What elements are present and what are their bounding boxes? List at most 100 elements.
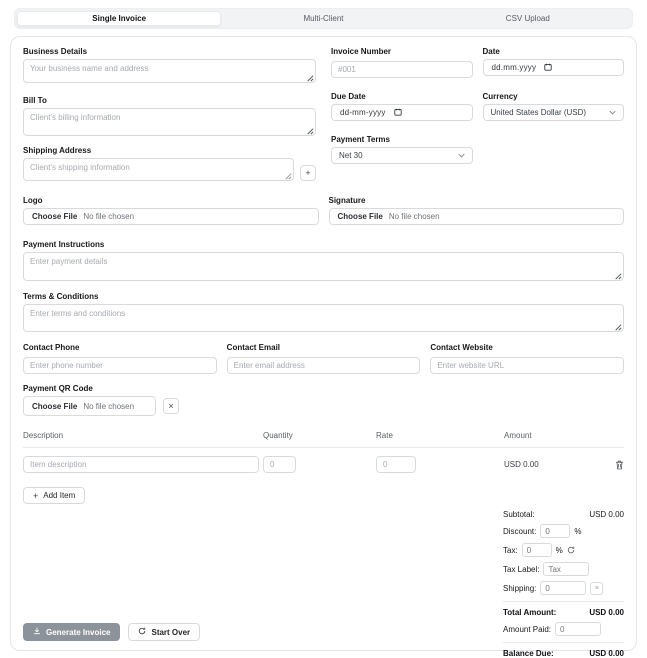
tax-name-label: Tax Label: <box>503 565 539 574</box>
plus-icon: + <box>33 491 38 501</box>
start-over-button[interactable]: Start Over <box>128 623 200 641</box>
tax-label-input[interactable] <box>543 562 589 576</box>
due-date-input[interactable]: dd-mm-yyyy <box>331 104 473 121</box>
chevron-down-icon <box>458 151 465 160</box>
resize-handle-icon[interactable] <box>613 322 622 331</box>
shipping-address-label: Shipping Address <box>23 146 316 155</box>
contact-website-label: Contact Website <box>430 343 624 352</box>
contact-email-input[interactable] <box>227 357 421 374</box>
resize-handle-icon[interactable] <box>283 171 292 180</box>
trash-icon <box>615 458 624 473</box>
add-item-label: Add Item <box>43 491 75 500</box>
percent-sign: % <box>556 546 563 555</box>
qr-file-input[interactable]: Choose File No file chosen <box>23 396 156 416</box>
calendar-icon <box>544 63 552 73</box>
balance-due-label: Balance Due: <box>503 649 554 658</box>
choose-file-button: Choose File <box>32 402 77 411</box>
invoice-number-input[interactable] <box>331 61 473 78</box>
total-amount-value: USD 0.00 <box>589 608 624 617</box>
shipping-input[interactable] <box>540 581 586 595</box>
shipping-label: Shipping: <box>503 584 536 593</box>
amount-header: Amount <box>504 431 604 440</box>
logo-file-input[interactable]: Choose File No file chosen <box>23 208 319 225</box>
amount-paid-input[interactable] <box>555 622 601 636</box>
divider <box>503 601 624 602</box>
tab-csv-upload-label: CSV Upload <box>506 14 550 23</box>
totals-panel: Subtotal: USD 0.00 Discount: % Tax: % Ta… <box>503 510 624 658</box>
subtotal-value: USD 0.00 <box>589 510 624 519</box>
add-shipping-address-button[interactable]: + <box>300 165 316 181</box>
contact-email-label: Contact Email <box>227 343 421 352</box>
rate-header: Rate <box>376 431 504 440</box>
reset-tax-button[interactable] <box>567 546 575 554</box>
tab-csv-upload[interactable]: CSV Upload <box>426 11 630 26</box>
payment-instructions-textarea[interactable] <box>23 252 624 281</box>
discount-input[interactable] <box>540 524 570 538</box>
generate-invoice-button[interactable]: Generate Invoice <box>23 623 120 641</box>
generate-invoice-label: Generate Invoice <box>46 628 110 637</box>
chevron-down-icon <box>609 108 616 117</box>
due-date-label: Due Date <box>331 92 473 101</box>
download-icon <box>33 627 41 637</box>
total-amount-label: Total Amount: <box>503 608 556 617</box>
contact-phone-input[interactable] <box>23 357 217 374</box>
items-table-header: Description Quantity Rate Amount <box>23 427 624 448</box>
clear-shipping-button[interactable]: × <box>590 582 603 595</box>
divider <box>503 642 624 643</box>
shipping-address-textarea[interactable] <box>23 158 294 181</box>
invoice-number-label: Invoice Number <box>331 47 473 56</box>
business-details-label: Business Details <box>23 47 316 56</box>
signature-file-input[interactable]: Choose File No file chosen <box>329 208 625 225</box>
subtotal-label: Subtotal: <box>503 510 535 519</box>
logo-label: Logo <box>23 196 319 205</box>
add-item-button[interactable]: + Add Item <box>23 487 85 504</box>
refresh-icon <box>138 627 146 637</box>
discount-label: Discount: <box>503 527 536 536</box>
terms-conditions-textarea[interactable] <box>23 304 624 332</box>
payment-terms-select[interactable]: Net 30 <box>331 147 473 164</box>
payment-instructions-label: Payment Instructions <box>23 240 624 249</box>
file-status: No file chosen <box>389 212 440 221</box>
date-label: Date <box>483 47 625 56</box>
item-row: USD 0.00 <box>23 448 624 477</box>
tab-multi-client[interactable]: Multi-Client <box>221 11 425 26</box>
payment-terms-value: Net 30 <box>339 151 363 160</box>
contact-phone-label: Contact Phone <box>23 343 217 352</box>
resize-handle-icon[interactable] <box>305 126 314 135</box>
tax-rate-input[interactable] <box>522 543 552 557</box>
file-status: No file chosen <box>83 212 134 221</box>
payment-qr-label: Payment QR Code <box>23 384 624 393</box>
resize-handle-icon[interactable] <box>305 73 314 82</box>
item-quantity-input[interactable] <box>263 456 296 473</box>
item-rate-input[interactable] <box>376 456 416 473</box>
date-input[interactable]: dd.mm.yyyy <box>483 59 625 76</box>
quantity-header: Quantity <box>263 431 376 440</box>
close-icon: × <box>595 585 599 592</box>
clear-qr-button[interactable]: × <box>163 398 179 414</box>
file-status: No file chosen <box>83 402 134 411</box>
signature-label: Signature <box>329 196 625 205</box>
delete-item-button[interactable] <box>615 460 624 470</box>
tab-bar: Single Invoice Multi-Client CSV Upload <box>14 8 633 29</box>
tab-single-invoice[interactable]: Single Invoice <box>17 11 221 26</box>
bill-to-textarea[interactable] <box>23 108 316 136</box>
amount-paid-label: Amount Paid: <box>503 625 551 634</box>
calendar-icon <box>394 108 402 118</box>
currency-value: United States Dollar (USD) <box>491 108 587 117</box>
invoice-form-card: Business Details Bill To Shi <box>10 36 637 651</box>
due-date-value: dd-mm-yyyy <box>340 108 386 117</box>
description-header: Description <box>23 431 263 440</box>
choose-file-button: Choose File <box>338 212 383 221</box>
terms-conditions-label: Terms & Conditions <box>23 292 624 301</box>
resize-handle-icon[interactable] <box>613 271 622 280</box>
business-details-textarea[interactable] <box>23 59 316 83</box>
tax-label: Tax: <box>503 546 518 555</box>
item-amount-text: USD 0.00 <box>504 460 604 469</box>
currency-select[interactable]: United States Dollar (USD) <box>483 104 625 121</box>
item-description-input[interactable] <box>23 456 259 473</box>
contact-website-input[interactable] <box>430 357 624 374</box>
bill-to-label: Bill To <box>23 96 316 105</box>
close-icon: × <box>168 401 173 411</box>
start-over-label: Start Over <box>151 628 190 637</box>
payment-terms-label: Payment Terms <box>331 135 473 144</box>
